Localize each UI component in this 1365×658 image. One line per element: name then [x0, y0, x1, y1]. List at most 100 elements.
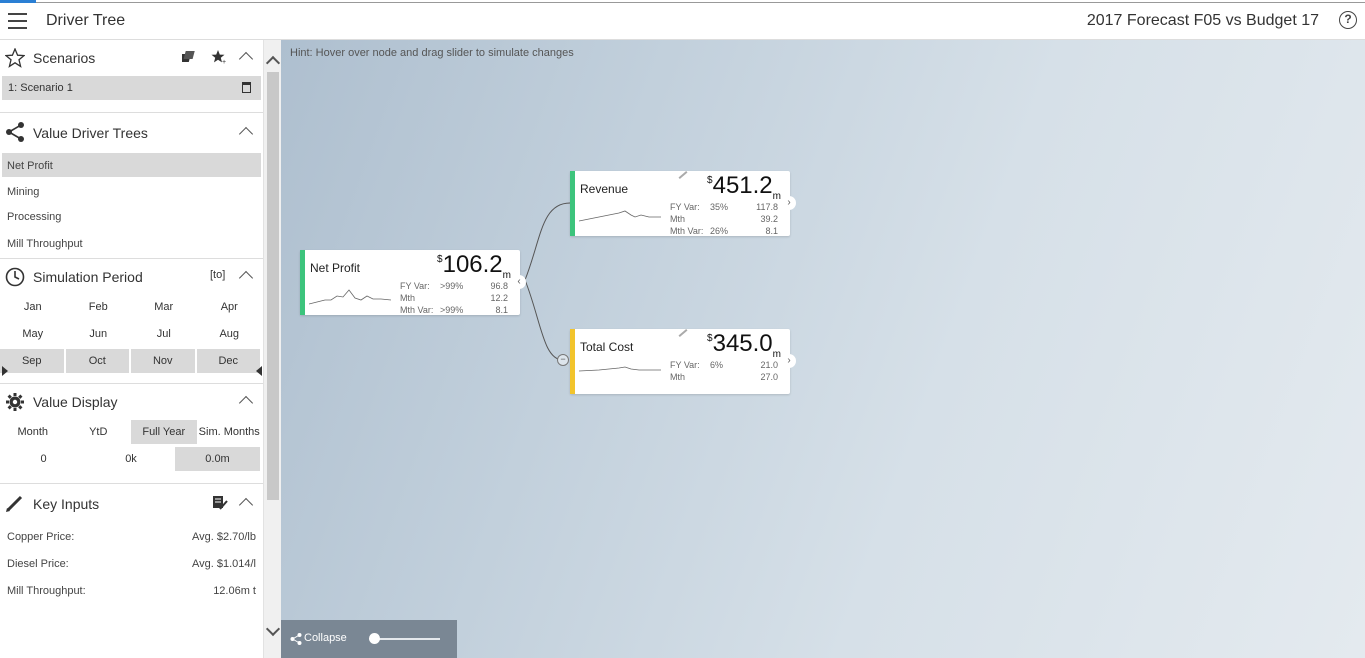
- month-jul[interactable]: Jul: [131, 322, 197, 346]
- node-status-bar: [570, 171, 575, 236]
- option-full-year[interactable]: Full Year: [131, 420, 197, 444]
- help-icon[interactable]: ?: [1339, 11, 1357, 29]
- key-input-label: Copper Price:: [7, 531, 75, 543]
- simulation-period-tag[interactable]: [to]: [210, 269, 225, 281]
- node-revenue[interactable]: Revenue $451.2m FY Var: 35% 117.8 Mth 39.2 …: [570, 171, 796, 236]
- month-dec[interactable]: Dec: [196, 349, 260, 373]
- simulation-period-title: Simulation Period: [33, 269, 143, 285]
- node-stats: FY Var: 35% 117.8 Mth 39.2 Mth Var: 26% 8.1: [670, 202, 778, 236]
- node-stats: FY Var: >99% 96.8 Mth 12.2 Mth Var: >99% 8.1: [400, 281, 508, 315]
- pencil-icon: [6, 495, 23, 512]
- key-input-label: Diesel Price:: [7, 558, 69, 570]
- app-title: Driver Tree: [46, 12, 126, 29]
- node-value: $451.2m: [707, 172, 781, 202]
- option-sim-months[interactable]: Sim. Months: [197, 420, 263, 444]
- star-add-icon[interactable]: +: [211, 49, 227, 65]
- key-input-value: Avg. $2.70/lb: [191, 531, 256, 543]
- option-month[interactable]: Month: [0, 420, 66, 444]
- key-input-row[interactable]: Mill Throughput: 12.06m t: [0, 578, 263, 605]
- chevron-up-icon[interactable]: [238, 497, 254, 513]
- edit-pencil-icon[interactable]: [678, 329, 688, 337]
- expand-children-icon[interactable]: ›: [782, 196, 796, 210]
- chevron-up-icon[interactable]: [238, 51, 254, 67]
- month-grid: Jan Feb Mar Apr May Jun Jul Aug Sep Oct …: [0, 295, 263, 376]
- node-name: Net Profit: [310, 261, 361, 275]
- node-value: $106.2m: [437, 251, 511, 281]
- scale-units[interactable]: 0: [0, 447, 87, 471]
- scroll-thumb[interactable]: [267, 72, 279, 500]
- node-status-bar: [300, 250, 305, 315]
- month-mar[interactable]: Mar: [131, 295, 197, 319]
- edit-pencil-icon[interactable]: [678, 171, 688, 179]
- value-display-options: Month YtD Full Year Sim. Months: [0, 420, 263, 444]
- copy-layers-icon[interactable]: [182, 50, 196, 64]
- gear-icon: [6, 393, 24, 411]
- option-ytd[interactable]: YtD: [66, 420, 132, 444]
- range-start-handle-icon[interactable]: [2, 366, 8, 376]
- simulation-period-header[interactable]: Simulation Period [to]: [0, 259, 263, 295]
- month-oct[interactable]: Oct: [65, 349, 129, 373]
- month-may[interactable]: May: [0, 322, 66, 346]
- node-net-profit[interactable]: Net Profit $106.2m FY Var: >99% 96.8 Mth 12…: [300, 250, 526, 315]
- chevron-up-icon[interactable]: [238, 395, 254, 411]
- chevron-up-icon[interactable]: [238, 270, 254, 286]
- value-display-title: Value Display: [33, 394, 118, 410]
- value-display-header[interactable]: Value Display: [0, 384, 263, 420]
- value-driver-trees-header[interactable]: Value Driver Trees: [0, 113, 263, 153]
- node-value: $345.0m: [707, 330, 781, 360]
- month-apr[interactable]: Apr: [197, 295, 263, 319]
- node-stats: FY Var: 6% 21.0 Mth 27.0: [670, 360, 778, 382]
- key-input-row[interactable]: Diesel Price: Avg. $1.014/l: [0, 551, 263, 578]
- app-header: Driver Tree 2017 Forecast F05 vs Budget …: [0, 3, 1365, 40]
- value-driver-trees-title: Value Driver Trees: [33, 125, 148, 141]
- month-aug[interactable]: Aug: [197, 322, 263, 346]
- trash-icon[interactable]: [242, 82, 251, 93]
- edit-note-icon[interactable]: [212, 495, 228, 511]
- key-input-row[interactable]: Copper Price: Avg. $2.70/lb: [0, 524, 263, 551]
- month-jun[interactable]: Jun: [66, 322, 132, 346]
- vdt-item-mill-throughput[interactable]: Mill Throughput: [0, 231, 263, 258]
- clock-icon: [5, 267, 25, 287]
- star-outline-icon: [5, 48, 25, 68]
- vdt-item-net-profit[interactable]: Net Profit: [2, 153, 261, 177]
- scenario-label: 1: Scenario 1: [8, 82, 73, 94]
- zoom-slider-handle[interactable]: [369, 633, 380, 644]
- scale-thousands[interactable]: 0k: [87, 447, 175, 471]
- vdt-item-processing[interactable]: Processing: [0, 204, 263, 231]
- sparkline: [309, 289, 392, 305]
- node-name: Total Cost: [580, 340, 634, 354]
- sparkline: [579, 210, 661, 222]
- share-nodes-icon: [290, 633, 302, 645]
- month-feb[interactable]: Feb: [66, 295, 132, 319]
- month-jan[interactable]: Jan: [0, 295, 66, 319]
- zoom-slider-track[interactable]: [373, 638, 440, 640]
- node-total-cost[interactable]: Total Cost $345.0m FY Var: 6% 21.0 Mth 27.0…: [570, 329, 796, 394]
- vdt-item-mining[interactable]: Mining: [0, 177, 263, 204]
- month-nov[interactable]: Nov: [131, 349, 195, 373]
- key-input-label: Mill Throughput:: [7, 585, 86, 597]
- tree-canvas[interactable]: Hint: Hover over node and drag slider to…: [281, 40, 1365, 658]
- value-display-scales: 0 0k 0.0m: [0, 447, 263, 471]
- scroll-up-icon[interactable]: [265, 55, 281, 71]
- sidebar-scrollbar[interactable]: [263, 40, 281, 658]
- range-end-handle-icon[interactable]: [256, 366, 262, 376]
- collapse-children-icon[interactable]: ‹: [512, 275, 526, 289]
- key-inputs-header[interactable]: Key Inputs: [0, 484, 263, 524]
- collapse-button[interactable]: Collapse: [304, 632, 347, 644]
- scroll-down-icon[interactable]: [265, 621, 281, 637]
- chevron-up-icon[interactable]: [238, 126, 254, 142]
- hamburger-menu-icon[interactable]: [8, 13, 28, 29]
- collapse-branch-icon[interactable]: −: [557, 354, 569, 366]
- collapse-toolbar: Collapse: [281, 620, 457, 658]
- scenarios-title: Scenarios: [33, 50, 96, 66]
- scenarios-header[interactable]: Scenarios +: [0, 40, 263, 76]
- key-input-value: 12.06m t: [213, 585, 256, 597]
- month-sep[interactable]: Sep: [0, 349, 64, 373]
- sparkline: [579, 366, 661, 372]
- expand-children-icon[interactable]: ›: [782, 354, 796, 368]
- key-inputs-title: Key Inputs: [33, 496, 100, 512]
- share-nodes-icon: [6, 122, 24, 142]
- sidebar: Scenarios + 1: Scenario 1 Value Driver T…: [0, 40, 263, 658]
- scale-millions[interactable]: 0.0m: [175, 447, 260, 471]
- scenario-item[interactable]: 1: Scenario 1: [2, 76, 261, 100]
